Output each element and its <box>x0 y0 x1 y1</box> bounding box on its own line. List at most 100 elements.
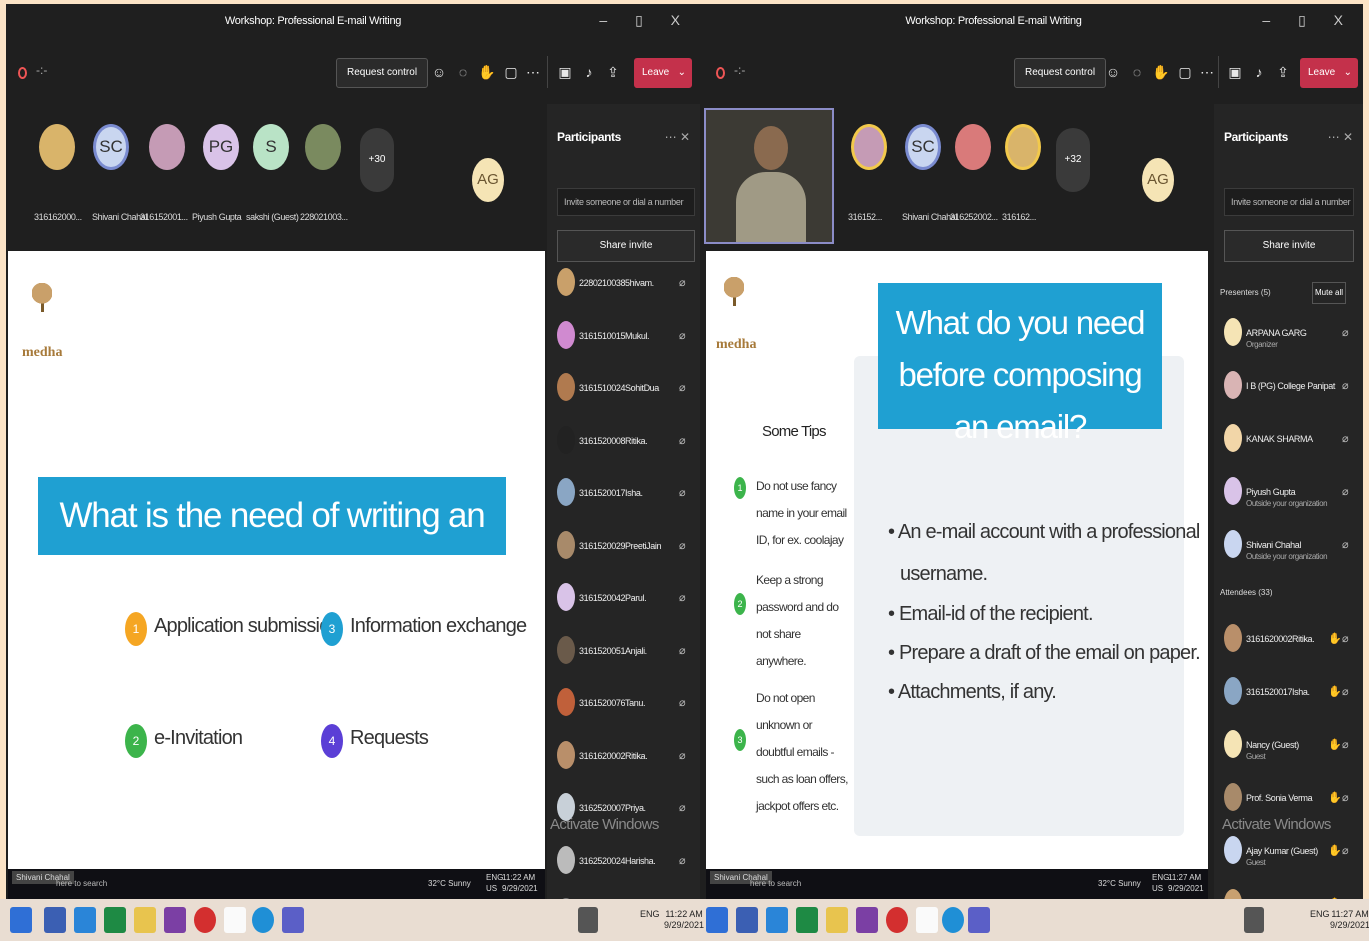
participant-row[interactable]: 3161520051Anjali. ⌀ <box>557 635 695 666</box>
close-icon[interactable]: ⋯ ✕ <box>665 130 690 144</box>
notepad-icon[interactable] <box>224 907 246 933</box>
attendee-row[interactable]: Nancy (Guest) Guest ✋ ⌀ <box>1224 730 1354 761</box>
participant-row[interactable]: 3161520008Ritika. ⌀ <box>557 425 695 456</box>
participant-tile[interactable]: SC <box>900 124 946 170</box>
share-screen-icon[interactable]: ⇪ <box>604 63 622 81</box>
participant-row[interactable]: 3161510024SohitDua ⌀ <box>557 373 695 403</box>
participant-tile[interactable]: SC <box>88 124 134 170</box>
presenter-row[interactable]: Shivani Chahal Outside your organization ⌀ <box>1224 530 1354 561</box>
edge-icon[interactable] <box>766 907 788 933</box>
participant-tile[interactable] <box>846 124 892 170</box>
leave-button[interactable]: Leave ⌄ <box>634 58 692 88</box>
participant-row[interactable]: 3161510015Mukul. ⌀ <box>557 320 695 351</box>
more-actions-icon[interactable]: ⋯ <box>524 63 542 81</box>
presenter-row[interactable]: I B (PG) College Panipat ⌀ <box>1224 371 1354 401</box>
camera-off-icon[interactable]: ▣ <box>556 63 574 81</box>
camera-off-icon[interactable]: ▣ <box>1226 63 1244 81</box>
close-icon[interactable]: ⋯ ✕ <box>1328 130 1353 144</box>
teams-icon[interactable] <box>968 907 990 933</box>
participant-row[interactable]: 3161520076Tanu. ⌀ <box>557 688 695 718</box>
mute-all-button[interactable]: Mute all <box>1312 282 1346 304</box>
mic-off-icon[interactable]: ♪ <box>1250 63 1268 81</box>
chevron-down-icon[interactable]: ⌄ <box>1344 58 1352 88</box>
people-icon[interactable]: ☺ <box>430 63 448 81</box>
attendee-row[interactable]: 3161620002Ritika. ✋ ⌀ <box>1224 624 1354 654</box>
more-participants-badge[interactable]: +32 <box>1056 128 1090 192</box>
chevron-down-icon[interactable]: ⌄ <box>678 58 686 88</box>
request-control-button[interactable]: Request control <box>336 58 429 88</box>
raise-hand-icon[interactable]: ✋ <box>478 63 496 81</box>
participant-tile[interactable] <box>144 124 190 170</box>
raise-hand-icon[interactable]: ✋ <box>1152 63 1170 81</box>
chat-icon[interactable]: ◌ <box>1128 63 1146 81</box>
people-icon[interactable]: ☺ <box>1104 63 1122 81</box>
share-invite-button[interactable]: Share invite <box>1224 230 1354 262</box>
attendee-row[interactable]: Prof. Sonia Verma ✋ ⌀ <box>1224 783 1354 813</box>
chrome-icon[interactable] <box>942 907 964 933</box>
more-actions-icon[interactable]: ⋯ <box>1198 63 1216 81</box>
avatar-ag[interactable]: AG <box>472 158 504 202</box>
window-controls[interactable]: – ▯ X <box>1262 12 1355 29</box>
invite-input[interactable]: Invite someone or dial a number <box>557 188 695 216</box>
participant-tile[interactable] <box>1000 124 1046 170</box>
request-control-button[interactable]: Request control <box>1014 58 1107 88</box>
presenters-label[interactable]: Presenters (5) <box>1220 288 1271 297</box>
share-invite-button[interactable]: Share invite <box>557 230 695 262</box>
participant-row[interactable]: 3161620002Ritika. ⌀ <box>557 740 695 771</box>
participant-row[interactable]: 3161520017Isha. ⌀ <box>557 478 695 508</box>
chrome-icon[interactable] <box>252 907 274 933</box>
presenter-row[interactable]: KANAK SHARMA ⌀ <box>1224 424 1354 454</box>
invite-input[interactable]: Invite someone or dial a number <box>1224 188 1354 216</box>
excel-icon[interactable] <box>104 907 126 933</box>
avatar <box>557 740 575 769</box>
chat-icon[interactable]: ◌ <box>454 63 472 81</box>
start-icon[interactable] <box>706 907 728 933</box>
start-icon[interactable] <box>10 907 32 933</box>
more-participants-badge[interactable]: +30 <box>360 128 394 192</box>
presenter-row[interactable]: Piyush Gupta Outside your organization ⌀ <box>1224 477 1354 508</box>
share-screen-icon[interactable]: ⇪ <box>1274 63 1292 81</box>
window-controls[interactable]: – ▯ X <box>599 12 692 29</box>
excel-icon[interactable] <box>796 907 818 933</box>
explorer-icon[interactable] <box>134 907 156 933</box>
rooms-icon[interactable]: ▢ <box>502 63 520 81</box>
opera-icon[interactable] <box>194 907 216 933</box>
presenter-row[interactable]: ARPANA GARG Organizer ⌀ <box>1224 318 1354 349</box>
mic-off-icon[interactable]: ♪ <box>580 63 598 81</box>
task-view-icon[interactable] <box>44 907 66 933</box>
onenote-icon[interactable] <box>164 907 186 933</box>
participant-tile[interactable] <box>34 124 80 170</box>
participant-row[interactable]: 22802100385hivam. ⌀ <box>557 268 695 298</box>
participant-tile[interactable] <box>950 124 996 170</box>
participant-strip: SC +32 316152... Shivani Chahal 31625200… <box>704 104 1214 250</box>
participants-panel: Participants ⋯ ✕ Invite someone or dial … <box>1214 104 1363 899</box>
mic-off-icon: ⌀ <box>679 697 686 709</box>
participant-tile[interactable]: PG <box>198 124 244 170</box>
task-view-icon[interactable] <box>736 907 758 933</box>
participant-tile[interactable] <box>300 124 346 170</box>
system-tray-icon[interactable] <box>578 907 598 933</box>
explorer-icon[interactable] <box>826 907 848 933</box>
participant-row[interactable]: 3161520042Parul. ⌀ <box>557 583 695 613</box>
attendee-row[interactable]: 2202181680100Pooja✋⌀ <box>1224 889 1354 899</box>
attendee-row[interactable]: 3161520017Isha. ✋ ⌀ <box>1224 677 1354 707</box>
mic-off-icon: ⌀ <box>679 854 686 867</box>
system-tray-icon[interactable] <box>1244 907 1264 933</box>
onenote-icon[interactable] <box>856 907 878 933</box>
participant-row[interactable]: 3161520029PreetiJain ⌀ <box>557 530 695 561</box>
bullet-number: 2 <box>125 724 147 758</box>
attendee-row[interactable]: Ajay Kumar (Guest) Guest ✋ ⌀ <box>1224 836 1354 867</box>
notepad-icon[interactable] <box>916 907 938 933</box>
search-box[interactable]: here to search <box>56 879 107 888</box>
rooms-icon[interactable]: ▢ <box>1176 63 1194 81</box>
edge-icon[interactable] <box>74 907 96 933</box>
opera-icon[interactable] <box>886 907 908 933</box>
leave-button[interactable]: Leave ⌄ <box>1300 58 1358 88</box>
attendees-label[interactable]: Attendees (33) <box>1220 588 1272 597</box>
avatar-ag[interactable]: AG <box>1142 158 1174 202</box>
search-box[interactable]: here to search <box>750 879 801 888</box>
participant-tile[interactable]: S <box>248 124 294 170</box>
participant-row[interactable]: 3162520024Harisha. ⌀ <box>557 845 695 876</box>
teams-icon[interactable] <box>282 907 304 933</box>
video-tile[interactable] <box>704 108 834 244</box>
